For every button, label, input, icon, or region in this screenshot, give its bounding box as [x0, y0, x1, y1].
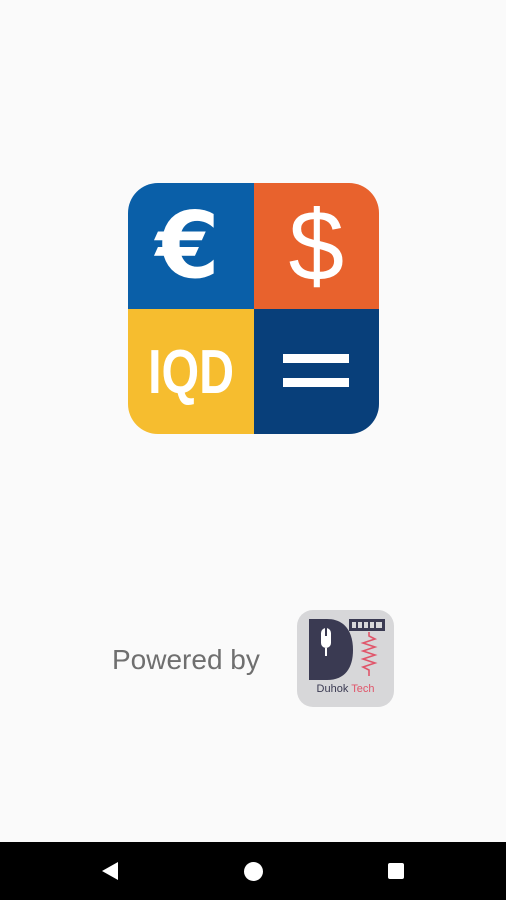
company-name: Duhok Tech — [297, 683, 394, 695]
app-logo: € $ IQD — [128, 183, 379, 434]
iqd-tile: IQD — [128, 308, 254, 434]
system-nav-bar — [0, 842, 506, 900]
powered-by-label: Powered by — [112, 644, 260, 675]
home-button[interactable] — [238, 856, 268, 886]
iqd-label: IQD — [147, 338, 234, 408]
company-logo: Duhok Tech — [297, 610, 394, 707]
dollar-icon: $ — [288, 189, 345, 302]
euro-icon: € — [155, 191, 220, 299]
company-name-part1: Duhok — [316, 683, 349, 695]
dollar-tile: $ — [253, 183, 379, 309]
equals-tile — [253, 308, 379, 434]
back-button[interactable] — [96, 856, 126, 886]
recents-button[interactable] — [381, 856, 411, 886]
euro-tile: € — [128, 183, 254, 309]
back-icon — [102, 862, 118, 880]
equals-icon — [283, 354, 350, 388]
company-name-part2: Tech — [351, 683, 375, 695]
home-icon — [243, 861, 263, 881]
recents-icon — [388, 863, 404, 879]
